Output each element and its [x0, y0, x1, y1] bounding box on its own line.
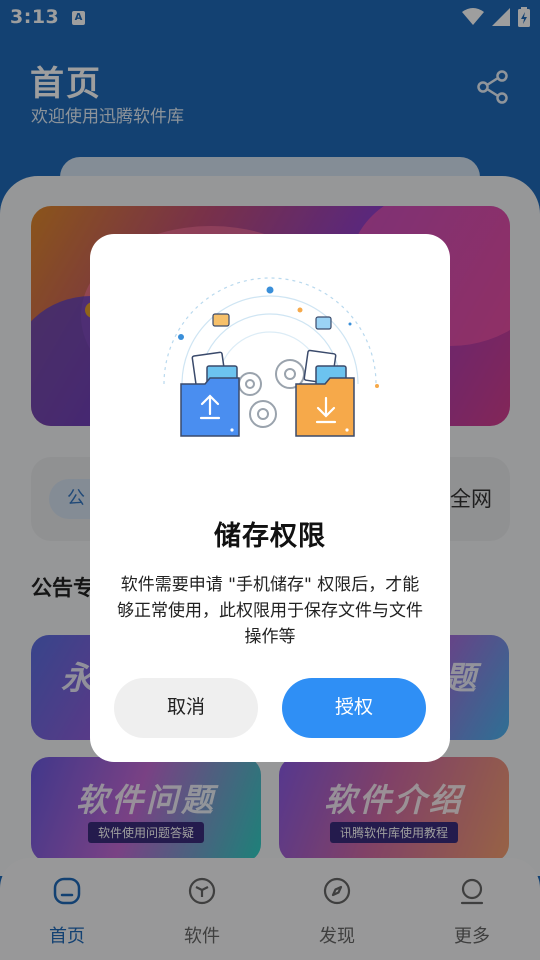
cancel-button[interactable]: 取消 [114, 678, 258, 738]
dialog-message: 软件需要申请 "手机储存" 权限后，才能够正常使用，此权限用于保存文件与文件操作… [117, 575, 423, 647]
permission-dialog: 储存权限 软件需要申请 "手机储存" 权限后，才能够正常使用，此权限用于保存文件… [90, 234, 450, 762]
storage-illustration [163, 277, 379, 437]
dialog-title: 储存权限 [214, 521, 326, 552]
authorize-button[interactable]: 授权 [282, 678, 426, 738]
